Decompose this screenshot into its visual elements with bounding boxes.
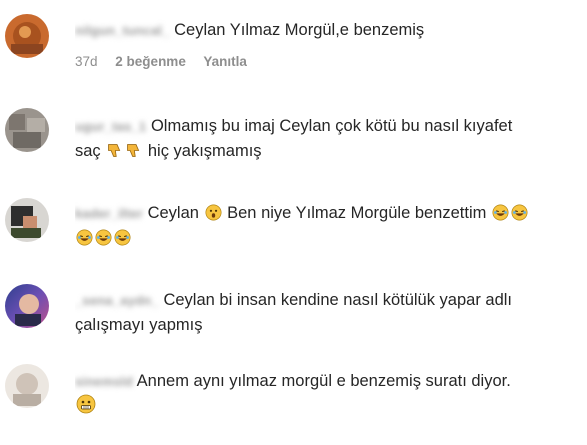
astonished-face-icon <box>205 204 222 221</box>
comment-body: Annem aynı yılmaz morgül e benzemiş sura… <box>136 372 511 390</box>
comment-body: Ceylan Yılmaz Morgül,e benzemiş <box>174 21 425 39</box>
comment-likes[interactable]: 2 beğenme <box>115 54 186 69</box>
reply-button[interactable]: Yanıtla <box>203 54 247 69</box>
comment-username[interactable]: nilgun_tuncal_ <box>75 19 170 43</box>
thumbs-down-icon <box>108 144 121 157</box>
avatar[interactable] <box>5 364 49 408</box>
comment-body-line1: Ceylan bi insan kendine nasıl kötülük ya… <box>163 291 513 309</box>
comment-text-line2 <box>75 394 583 418</box>
comment-text-line2: çalışmayı yapmış <box>75 313 583 337</box>
thumbs-down-icon <box>127 144 140 157</box>
comment-text: nilgun_tuncal_ Ceylan Yılmaz Morgül,e be… <box>75 18 583 43</box>
comment-body-line1: Olmamış bu imaj Ceylan çok kötü bu nasıl… <box>150 117 513 135</box>
laughing-face-icon <box>95 229 112 246</box>
comment-text: kader_ilter Ceylan Ben niye Yılmaz Morgü… <box>75 201 583 226</box>
comment-body-part-a: saç <box>75 142 101 160</box>
comment-text-line2: saç hiç yakışmamış <box>75 139 583 163</box>
avatar[interactable] <box>5 108 49 152</box>
comment-body-part-b: hiç yakışmamış <box>147 142 262 160</box>
laughing-face-icon <box>492 204 509 221</box>
comment-time: 37d <box>75 54 98 69</box>
comment-text: ugur_tas_1 Olmamış bu imaj Ceylan çok kö… <box>75 114 583 139</box>
laughing-face-icon <box>511 204 528 221</box>
laughing-face-icon <box>114 229 131 246</box>
comment-username[interactable]: _sena_aydn_ <box>75 289 159 313</box>
comment-body-part-a: Ceylan <box>147 204 199 222</box>
avatar[interactable] <box>5 14 49 58</box>
comment-text-line2 <box>75 226 583 250</box>
comment-username[interactable]: ugur_tas_1 <box>75 115 146 139</box>
comment-text: sinemsld Annem aynı yılmaz morgül e benz… <box>75 369 583 394</box>
grimacing-face-icon <box>76 394 96 414</box>
avatar[interactable] <box>5 284 49 328</box>
laughing-face-icon <box>76 229 93 246</box>
comments-list: nilgun_tuncal_ Ceylan Yılmaz Morgül,e be… <box>0 0 587 445</box>
comment-text: _sena_aydn_ Ceylan bi insan kendine nası… <box>75 288 583 313</box>
comment-username[interactable]: sinemsld <box>75 370 133 394</box>
avatar[interactable] <box>5 198 49 242</box>
comment-meta: 37d 2 beğenme Yanıtla <box>75 54 261 69</box>
comment-body-part-b: Ben niye Yılmaz Morgüle benzettim <box>227 204 487 222</box>
comment-username[interactable]: kader_ilter <box>75 202 143 226</box>
comment-body-line2: çalışmayı yapmış <box>75 316 203 334</box>
